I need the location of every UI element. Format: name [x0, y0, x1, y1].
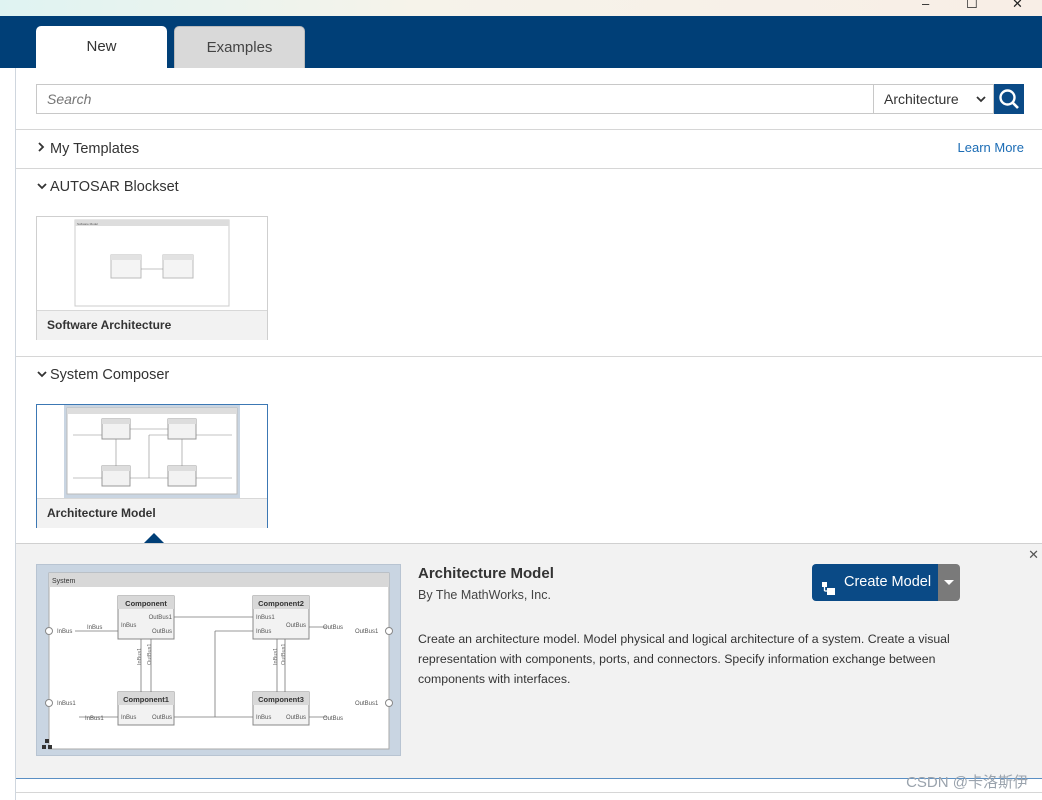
- svg-text:OutBus1: OutBus1: [281, 644, 287, 665]
- divider: [16, 129, 1042, 130]
- template-card-software-architecture[interactable]: Software Model Software Architecture: [36, 216, 268, 340]
- section-my-templates[interactable]: My Templates: [36, 141, 139, 157]
- window-title-bar: – ☐ ✕: [0, 0, 1042, 16]
- preview-component-label: Component1: [123, 695, 169, 704]
- section-title-label: My Templates: [50, 141, 140, 157]
- section-title-label: AUTOSAR Blockset: [50, 179, 179, 195]
- svg-text:InBus: InBus: [256, 629, 271, 635]
- section-title-label: System Composer: [50, 367, 170, 383]
- svg-text:InBus1: InBus1: [57, 701, 76, 707]
- template-detail-panel: ✕ System Component OutBus1 InBus OutBus …: [16, 543, 1042, 779]
- svg-text:OutBus: OutBus: [152, 715, 172, 721]
- template-card-label: Software Architecture: [37, 310, 267, 340]
- section-autosar-blockset[interactable]: AUTOSAR Blockset: [36, 179, 179, 195]
- search-button[interactable]: [994, 84, 1024, 114]
- detail-title: Architecture Model: [418, 565, 554, 582]
- svg-text:InBus: InBus: [256, 715, 271, 721]
- search-icon: [994, 89, 1024, 118]
- template-preview-image: System Component OutBus1 InBus OutBus Co…: [36, 564, 401, 756]
- svg-text:InBus: InBus: [121, 715, 136, 721]
- template-thumbnail: Software Model: [37, 217, 267, 310]
- svg-text:OutBus1: OutBus1: [149, 615, 173, 621]
- svg-text:InBus1: InBus1: [256, 615, 275, 621]
- svg-text:OutBus1: OutBus1: [355, 629, 379, 635]
- watermark: CSDN @卡洛斯伊: [906, 774, 1028, 791]
- preview-component-label: Component2: [258, 599, 304, 608]
- svg-text:OutBus: OutBus: [152, 629, 172, 635]
- create-model-dropdown-button[interactable]: [938, 564, 960, 601]
- svg-text:InBus: InBus: [87, 625, 102, 631]
- divider: [16, 168, 1042, 169]
- svg-text:InBus1: InBus1: [137, 648, 143, 665]
- divider: [16, 356, 1042, 357]
- product-filter-dropdown[interactable]: Architecture: [873, 84, 994, 114]
- svg-text:InBus1: InBus1: [85, 716, 104, 722]
- create-model-button[interactable]: Create Model: [812, 564, 938, 601]
- svg-text:OutBus: OutBus: [323, 716, 343, 722]
- tab-new[interactable]: New: [36, 26, 167, 68]
- templates-panel: Architecture My Templates Learn More AUT…: [15, 68, 1042, 800]
- svg-text:OutBus1: OutBus1: [355, 701, 379, 707]
- svg-text:InBus: InBus: [57, 629, 72, 635]
- detail-description: Create an architecture model. Model phys…: [418, 632, 950, 686]
- create-model-icon: [821, 575, 837, 612]
- chevron-right-icon: [36, 141, 50, 156]
- template-card-label: Architecture Model: [37, 498, 267, 528]
- close-icon[interactable]: ✕: [1028, 547, 1039, 563]
- preview-component-label: Component3: [258, 695, 304, 704]
- tab-examples[interactable]: Examples: [174, 26, 305, 68]
- maximize-button[interactable]: ☐: [966, 0, 978, 11]
- create-model-label: Create Model: [844, 574, 932, 590]
- filter-selected-value: Architecture: [884, 91, 959, 107]
- template-thumbnail: [37, 405, 267, 498]
- svg-text:InBus1: InBus1: [273, 648, 279, 665]
- thumb-title: Software Model: [77, 222, 98, 226]
- svg-text:InBus: InBus: [121, 623, 136, 629]
- detail-author: By The MathWorks, Inc.: [418, 588, 551, 602]
- start-page-header: New Examples: [0, 16, 1042, 68]
- minimize-button[interactable]: –: [922, 0, 929, 11]
- svg-text:OutBus: OutBus: [286, 623, 306, 629]
- preview-title: System: [52, 578, 76, 585]
- svg-text:OutBus1: OutBus1: [147, 644, 153, 665]
- close-window-button[interactable]: ✕: [1012, 0, 1023, 11]
- learn-more-link[interactable]: Learn More: [958, 140, 1024, 155]
- preview-component-label: Component: [125, 599, 167, 608]
- chevron-down-icon: [36, 369, 50, 382]
- template-card-architecture-model[interactable]: Architecture Model: [36, 404, 268, 528]
- divider: [16, 792, 1042, 793]
- selection-pointer: [144, 533, 164, 543]
- svg-text:OutBus: OutBus: [286, 715, 306, 721]
- chevron-down-icon: [36, 181, 50, 194]
- chevron-down-icon: [975, 85, 987, 123]
- svg-text:OutBus: OutBus: [323, 625, 343, 631]
- search-input[interactable]: [36, 84, 874, 114]
- section-system-composer[interactable]: System Composer: [36, 367, 169, 383]
